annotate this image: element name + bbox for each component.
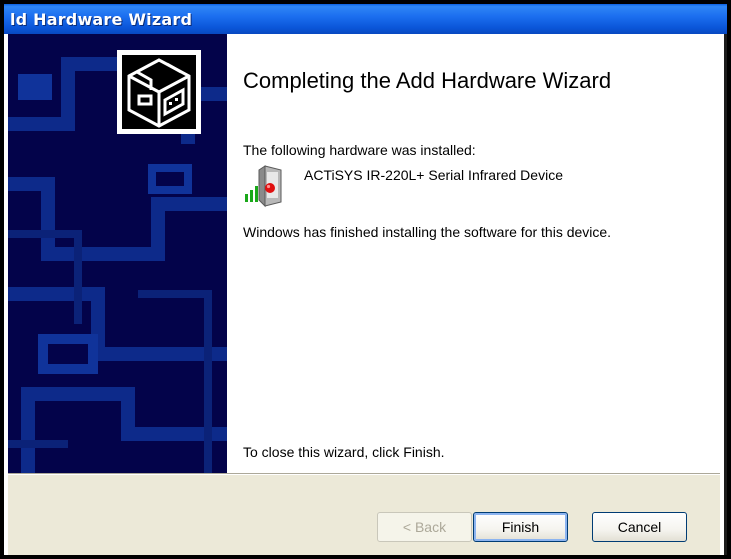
button-bar: < Back Finish Cancel xyxy=(8,473,720,555)
wizard-content: Completing the Add Hardware Wizard The f… xyxy=(8,34,720,473)
page-title: Completing the Add Hardware Wizard xyxy=(243,68,612,93)
back-button[interactable]: < Back xyxy=(377,512,472,542)
wizard-banner xyxy=(8,34,227,473)
close-hint: To close this wizard, click Finish. xyxy=(243,444,445,460)
device-name: ACTiSYS IR-220L+ Serial Infrared Device xyxy=(304,167,563,183)
hardware-box-icon xyxy=(117,50,201,134)
wizard-text-pane: Completing the Add Hardware Wizard The f… xyxy=(227,34,720,473)
wizard-window: ld Hardware Wizard Completing the Add Ha… xyxy=(0,0,731,559)
window-title: ld Hardware Wizard xyxy=(10,10,193,29)
finished-text: Windows has finished installing the soft… xyxy=(243,224,612,240)
installed-label: The following hardware was installed: xyxy=(243,142,476,158)
title-bar[interactable]: ld Hardware Wizard xyxy=(4,4,727,34)
finish-button[interactable]: Finish xyxy=(473,512,568,542)
cancel-button[interactable]: Cancel xyxy=(592,512,687,542)
infrared-device-icon xyxy=(243,162,287,208)
